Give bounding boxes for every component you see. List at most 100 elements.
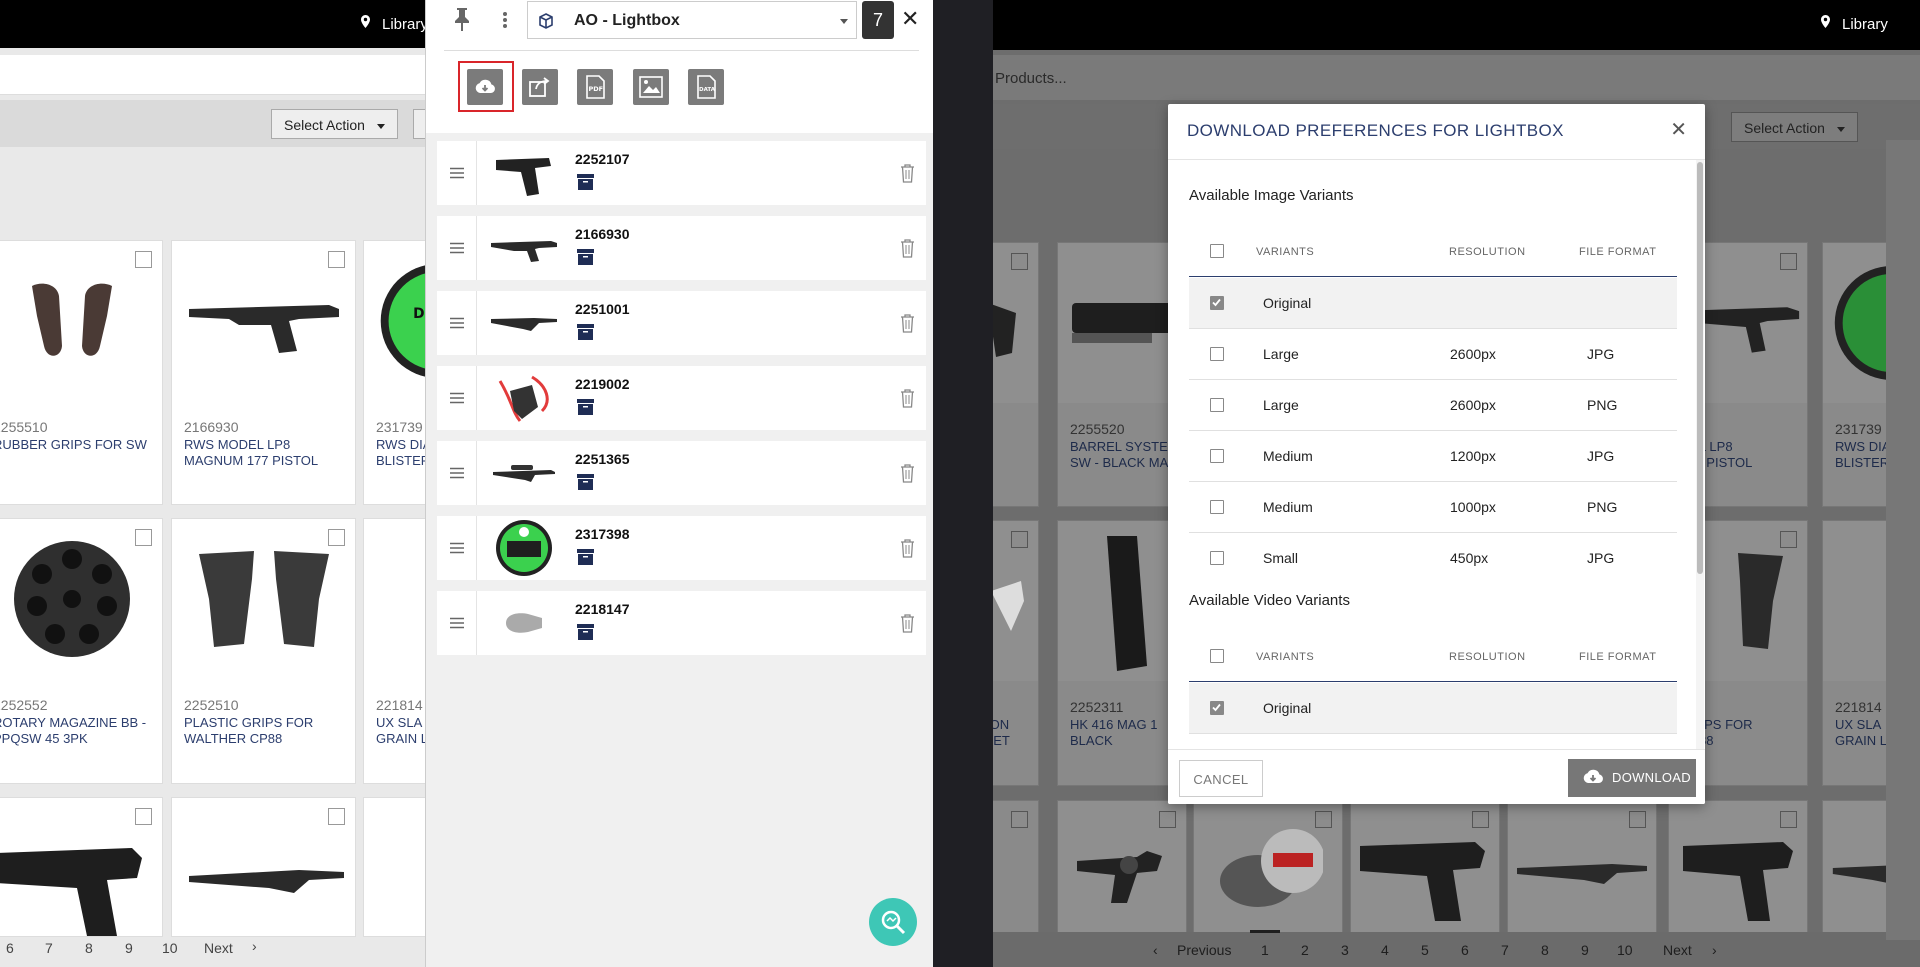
pdf-button[interactable]: PDF [577,69,613,105]
product-name[interactable]: RWS MODEL LP8 MAGNUM 177 PISTOL [184,437,318,469]
chevron-right-icon[interactable]: › [1712,942,1717,958]
lightbox-item[interactable]: 2317398 [437,516,926,580]
pin-icon[interactable] [452,6,472,32]
product-name[interactable]: UX SLA GRAIN L [1835,717,1887,749]
product-card[interactable] [0,797,163,937]
lightbox-item[interactable]: 2252107 [437,141,926,205]
drag-handle-icon[interactable] [437,141,477,205]
product-name[interactable]: BARREL SYSTE SW - BLACK MA [1070,439,1168,471]
delete-icon[interactable] [900,463,915,483]
product-card[interactable]: 2255510 RUBBER GRIPS FOR SW [0,240,163,505]
select-checkbox[interactable] [135,529,152,546]
share-button[interactable] [522,69,558,105]
pager-page[interactable]: 10 [162,940,178,956]
product-card[interactable]: 2252552 ROTARY MAGAZINE BB -PPQSW 45 3PK [0,518,163,784]
product-name[interactable]: RUBBER GRIPS FOR SW [0,437,147,453]
product-card[interactable]: 2166930 RWS MODEL LP8 MAGNUM 177 PISTOL [171,240,356,505]
pager-page[interactable]: 5 [1421,942,1429,958]
pager-page[interactable]: 10 [1617,942,1633,958]
delete-icon[interactable] [900,313,915,333]
product-card[interactable] [1057,800,1187,940]
pager-page[interactable]: 9 [1581,942,1589,958]
product-card[interactable]: IONLET [993,520,1039,786]
product-card[interactable] [363,797,425,937]
pager-page[interactable]: 1 [1261,942,1269,958]
product-name[interactable]: ROTARY MAGAZINE BB - PPQSW 45 3PK [0,715,146,747]
product-name[interactable]: HK 416 MAG 1 BLACK [1070,717,1157,749]
delete-icon[interactable] [900,538,915,558]
archive-icon[interactable] [577,399,594,415]
delete-icon[interactable] [900,613,915,633]
pager-page[interactable]: 7 [45,940,53,956]
archive-icon[interactable] [577,324,594,340]
product-card[interactable]: 2252510 PLASTIC GRIPS FOR WALTHER CP88 [171,518,356,784]
variant-checkbox[interactable] [1210,500,1224,514]
select-action-dropdown[interactable]: Select Action [1731,112,1858,142]
pager-page[interactable]: 8 [1541,942,1549,958]
variant-row[interactable]: Large 2600px JPG [1189,329,1677,380]
pager-page[interactable]: 7 [1501,942,1509,958]
variant-row[interactable]: Original [1189,278,1677,329]
library-link[interactable]: Library [382,16,425,33]
lightbox-item[interactable]: 2219002 [437,366,926,430]
cancel-button[interactable]: CANCEL [1179,760,1263,797]
archive-icon[interactable] [577,249,594,265]
library-link[interactable]: Library [1842,16,1888,33]
product-card[interactable] [1193,800,1343,940]
drag-handle-icon[interactable] [437,516,477,580]
pager-page[interactable]: 6 [6,940,14,956]
product-name[interactable]: PLASTIC GRIPS FOR WALTHER CP88 [184,715,313,747]
pager-page[interactable]: 6 [1461,942,1469,958]
search-fab-button[interactable] [869,898,917,946]
pager-page[interactable]: 4 [1381,942,1389,958]
pager-page[interactable]: 2 [1301,942,1309,958]
product-name[interactable]: RWS DIABLISTER [1835,439,1890,471]
select-checkbox[interactable] [135,251,152,268]
product-name[interactable]: UX SLA GRAIN L [376,715,425,747]
lightbox-item[interactable]: 2166930 [437,216,926,280]
product-card[interactable] [1507,800,1657,940]
download-button[interactable] [467,69,503,105]
archive-icon[interactable] [577,624,594,640]
more-options-icon[interactable] [502,9,508,31]
delete-icon[interactable] [900,163,915,183]
variant-row[interactable]: Medium 1000px PNG [1189,482,1677,533]
product-card[interactable] [993,242,1039,507]
product-card[interactable] [993,800,1039,940]
pager-previous[interactable]: Previous [1177,942,1231,958]
lightbox-item[interactable]: 2251001 [437,291,926,355]
select-checkbox[interactable] [328,529,345,546]
variant-checkbox[interactable] [1210,551,1224,565]
select-all-checkbox[interactable] [1210,244,1224,258]
modal-scrollbar-thumb[interactable] [1697,162,1703,574]
archive-icon[interactable] [577,474,594,490]
product-card[interactable] [1668,800,1808,940]
product-card[interactable]: DI 231739 RWS DIABLISTER [363,240,425,505]
variant-checkbox[interactable] [1210,398,1224,412]
variant-checkbox[interactable] [1210,347,1224,361]
variant-checkbox[interactable] [1210,296,1224,310]
delete-icon[interactable] [900,388,915,408]
variant-checkbox[interactable] [1210,449,1224,463]
pager-page[interactable]: 8 [85,940,93,956]
data-button[interactable]: DATA [688,69,724,105]
select-checkbox[interactable] [135,808,152,825]
select-all-checkbox[interactable] [1210,649,1224,663]
select-action-dropdown[interactable]: Select Action [271,109,398,139]
drag-handle-icon[interactable] [437,366,477,430]
pager-page[interactable]: 9 [125,940,133,956]
delete-icon[interactable] [900,238,915,258]
pager-next[interactable]: Next [204,940,233,956]
image-export-button[interactable] [633,69,669,105]
variant-checkbox[interactable] [1210,701,1224,715]
secondary-button[interactable] [413,109,425,139]
product-name[interactable]: RWS DIABLISTER [376,437,425,469]
product-card[interactable]: 221814 UX SLA GRAIN L [363,518,425,784]
variant-row[interactable]: Large 2600px PNG [1189,380,1677,431]
pager-next[interactable]: Next [1663,942,1692,958]
variant-row[interactable]: Small 450px JPG [1189,533,1677,584]
select-checkbox[interactable] [328,808,345,825]
chevron-left-icon[interactable]: ‹ [1153,942,1158,958]
search-input[interactable]: Products... [995,70,1067,87]
product-card[interactable] [171,797,356,937]
